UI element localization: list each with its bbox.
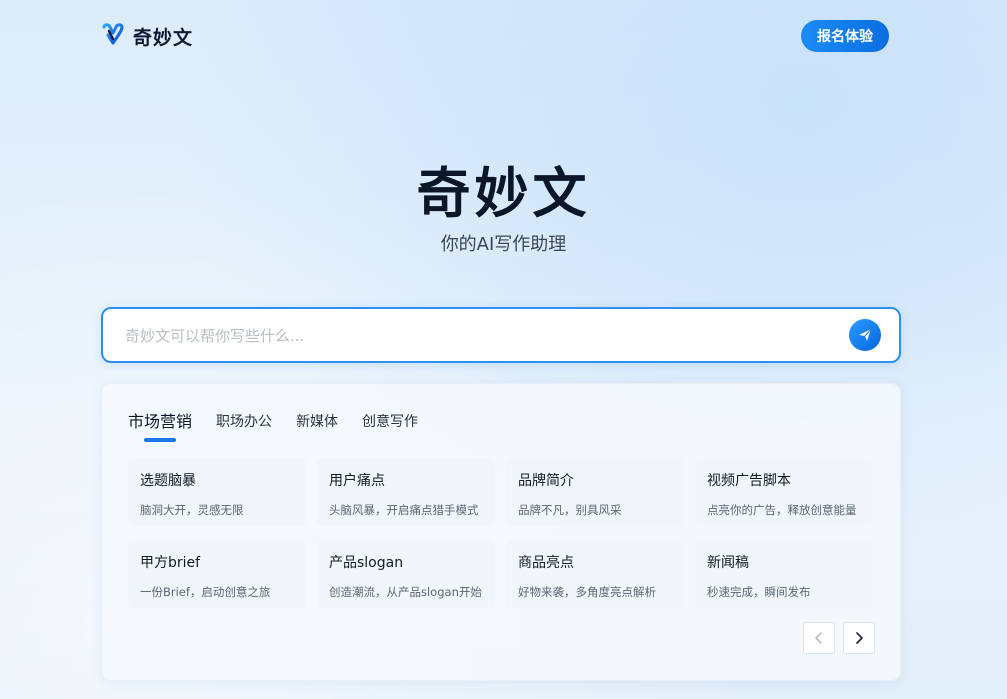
brand-logo[interactable]: 奇妙文	[101, 20, 193, 52]
prev-page-button[interactable]	[803, 622, 835, 654]
card-title: 产品slogan	[329, 555, 404, 571]
template-card[interactable]: 新闻稿 秒速完成，瞬间发布	[695, 540, 873, 608]
next-page-button[interactable]	[843, 622, 875, 654]
send-button[interactable]	[849, 319, 881, 351]
header: 奇妙文 报名体验	[101, 20, 889, 52]
template-card[interactable]: 用户痛点 头脑风暴，开启痛点猎手模式	[317, 458, 495, 526]
card-description: 点亮你的广告，释放创意能量	[707, 503, 857, 517]
chevron-left-icon	[815, 632, 822, 644]
card-description: 头脑风暴，开启痛点猎手模式	[329, 503, 479, 517]
card-description: 创造潮流，从产品slogan开始	[329, 585, 482, 599]
signup-button[interactable]: 报名体验	[801, 20, 889, 52]
template-panel: 市场营销 职场办公 新媒体 创意写作 选题脑暴 脑洞大开，灵感无限 用户痛点 头…	[101, 383, 901, 681]
active-tab-indicator	[144, 438, 176, 442]
card-title: 视频广告脚本	[707, 473, 791, 489]
card-title: 商品亮点	[518, 555, 574, 571]
tab-new-media[interactable]: 新媒体	[296, 412, 338, 442]
card-description: 品牌不凡，别具风采	[518, 503, 622, 517]
card-description: 秒速完成，瞬间发布	[707, 585, 811, 599]
card-title: 选题脑暴	[140, 473, 196, 489]
brand-name: 奇妙文	[133, 26, 194, 49]
template-card[interactable]: 商品亮点 好物来袭，多角度亮点解析	[506, 540, 684, 608]
template-card[interactable]: 选题脑暴 脑洞大开，灵感无限	[128, 458, 306, 526]
search-box	[101, 307, 901, 363]
send-icon	[859, 328, 872, 341]
card-title: 用户痛点	[329, 473, 385, 489]
card-title: 甲方brief	[140, 555, 201, 571]
card-title: 品牌简介	[518, 473, 574, 489]
search-input[interactable]	[123, 309, 827, 363]
tab-office[interactable]: 职场办公	[216, 412, 272, 442]
template-card[interactable]: 产品slogan 创造潮流，从产品slogan开始	[317, 540, 495, 608]
chevron-right-icon	[856, 632, 863, 644]
template-card[interactable]: 品牌简介 品牌不凡，别具风采	[506, 458, 684, 526]
template-card[interactable]: 视频广告脚本 点亮你的广告，释放创意能量	[695, 458, 873, 526]
hero-title: 奇妙文	[416, 162, 591, 225]
brand-logo-icon	[101, 22, 125, 50]
card-title: 新闻稿	[707, 555, 749, 571]
card-description: 一份Brief，启动创意之旅	[140, 585, 271, 599]
hero-subtitle: 你的AI写作助理	[440, 234, 567, 255]
tab-creative-writing[interactable]: 创意写作	[362, 412, 418, 442]
template-card[interactable]: 甲方brief 一份Brief，启动创意之旅	[128, 540, 306, 608]
card-description: 好物来袭，多角度亮点解析	[518, 585, 656, 599]
card-description: 脑洞大开，灵感无限	[140, 503, 244, 517]
